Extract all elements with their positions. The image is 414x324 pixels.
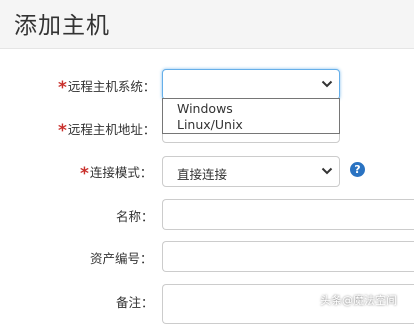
page-header: 添加主机 [0, 0, 414, 49]
page-title: 添加主机 [14, 13, 110, 39]
connect-mode-label-text: 连接模式： [89, 165, 153, 180]
required-mark: * [58, 78, 67, 98]
remote-os-select[interactable] [162, 69, 340, 100]
asset-no-input[interactable] [162, 241, 414, 272]
connect-mode-select[interactable]: 直接连接 [162, 156, 340, 187]
chevron-down-icon [321, 167, 333, 175]
option-windows[interactable]: Windows [177, 101, 233, 116]
chevron-down-icon [321, 80, 333, 88]
remote-os-label-text: 远程主机系统： [67, 79, 156, 94]
help-icon[interactable]: ? [350, 162, 365, 177]
note-label: 备注： [116, 295, 154, 310]
option-linux-unix[interactable]: Linux/Unix [177, 117, 243, 132]
remote-address-label-text: 远程主机地址： [67, 122, 156, 137]
name-label: 名称： [116, 209, 154, 224]
connect-mode-value: 直接连接 [177, 167, 228, 182]
name-input[interactable] [162, 199, 414, 230]
remote-os-dropdown: Windows Linux/Unix [162, 98, 340, 134]
required-mark: * [80, 164, 89, 184]
asset-no-label: 资产编号： [90, 251, 153, 266]
watermark: 头条@魔法空间 [320, 294, 397, 307]
remote-address-label: *远程主机地址： [58, 119, 155, 141]
connect-mode-label: *连接模式： [80, 162, 152, 184]
required-mark: * [58, 121, 67, 141]
remote-os-label: *远程主机系统： [58, 76, 155, 98]
